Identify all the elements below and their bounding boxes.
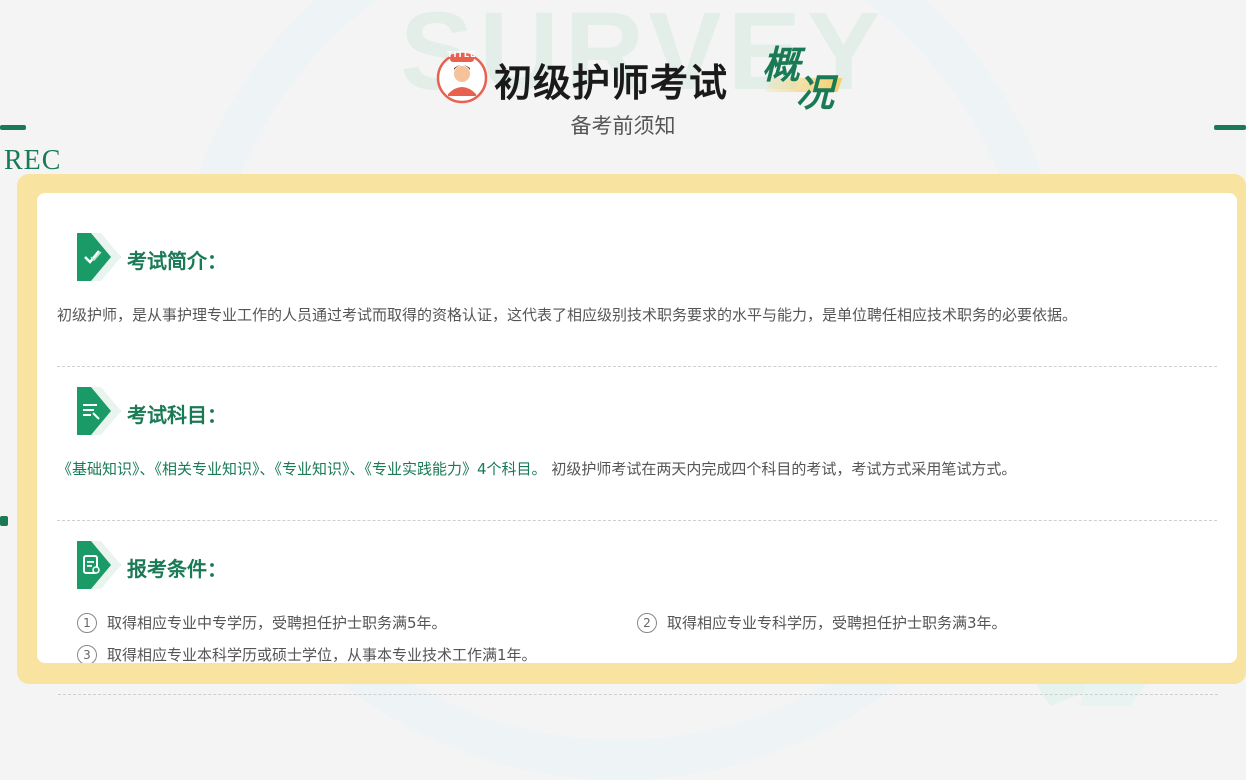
side-label: REC (4, 145, 62, 176)
section-subjects-body: 《基础知识》、《相关专业知识》、《专业知识》、《专业实践能力》4个科目。 初级护… (57, 458, 1167, 481)
section-subjects: 考试科目： (57, 387, 1217, 437)
divider (57, 520, 1217, 521)
condition-item: 1 取得相应专业中专学历，受聘担任护士职务满5年。 (77, 612, 447, 633)
condition-number: 1 (77, 612, 97, 633)
title-accent-char-2: 况 (796, 71, 835, 115)
section-title: 考试简介： (127, 249, 227, 273)
bottom-divider (58, 694, 1218, 695)
title-accent-char-1: 概 (762, 43, 801, 87)
subjects-highlight: 《基础知识》、《相关专业知识》、《专业知识》、《专业实践能力》4个科目。 (57, 460, 547, 478)
condition-text: 取得相应专业专科学历，受聘担任护士职务满3年。 (667, 614, 1007, 632)
info-card: 考试简介： 初级护师，是从事护理专业工作的人员通过考试而取得的资格认证，这代表了… (37, 193, 1237, 663)
page-title: 初级护师考试 (494, 61, 729, 105)
section-title: 报考条件： (127, 557, 227, 581)
left-marker (0, 516, 8, 526)
document-icon (77, 541, 121, 589)
condition-number: 3 (77, 644, 97, 663)
check-icon (77, 233, 121, 281)
section-title: 考试科目： (127, 403, 227, 427)
condition-item: 2 取得相应专业专科学历，受聘担任护士职务满3年。 (637, 612, 1007, 633)
title-badge-label: TITLE (447, 50, 477, 59)
condition-item: 3 取得相应专业本科学历或硕士学位，从事本专业技术工作满1年。 (77, 644, 537, 663)
divider (57, 366, 1217, 367)
subjects-rest: 初级护师考试在两天内完成四个科目的考试，考试方式采用笔试方式。 (546, 460, 1017, 478)
section-conditions: 报考条件： (57, 541, 1217, 591)
condition-text: 取得相应专业中专学历，受聘担任护士职务满5年。 (107, 614, 447, 632)
section-intro: 考试简介： (57, 233, 1217, 283)
list-icon (77, 387, 121, 435)
condition-number: 2 (637, 612, 657, 633)
nurse-avatar-icon (436, 52, 488, 104)
page-subtitle: 备考前须知 (570, 114, 676, 138)
condition-text: 取得相应专业本科学历或硕士学位，从事本专业技术工作满1年。 (107, 646, 537, 663)
section-intro-body: 初级护师，是从事护理专业工作的人员通过考试而取得的资格认证，这代表了相应级别技术… (57, 306, 1078, 324)
